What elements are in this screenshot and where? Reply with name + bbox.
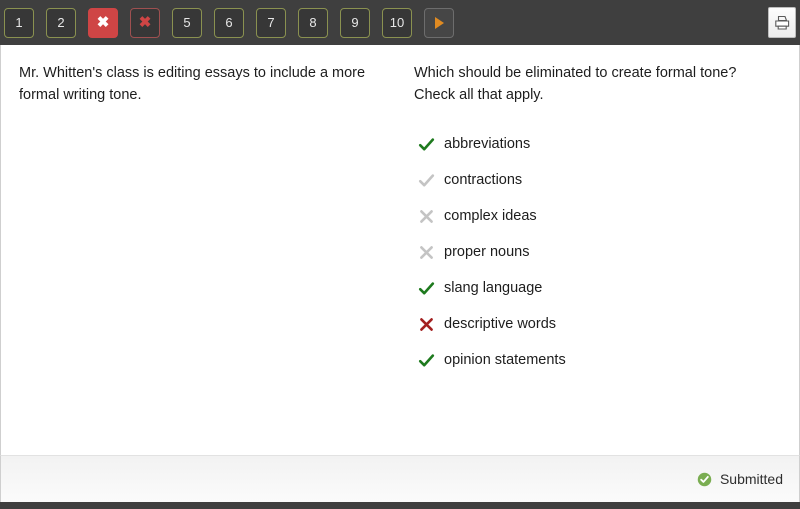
- answer-option-label: contractions: [444, 172, 523, 189]
- answer-option-label: opinion statements: [444, 352, 566, 369]
- x-icon: ✖: [138, 14, 152, 31]
- x-icon: ✖: [96, 14, 110, 31]
- question-text: Which should be eliminated to create for…: [414, 65, 737, 103]
- bottom-bar: [0, 502, 800, 509]
- answer-option[interactable]: opinion statements: [414, 343, 781, 379]
- question-button-label: 1: [15, 15, 23, 30]
- check-icon: [414, 136, 444, 153]
- x-icon: [414, 208, 444, 225]
- question-button-3[interactable]: ✖: [88, 7, 118, 38]
- answer-option[interactable]: proper nouns: [414, 235, 781, 271]
- check-icon: [414, 172, 444, 189]
- question-button-5[interactable]: 5: [172, 7, 202, 38]
- question-button-10[interactable]: 10: [382, 7, 412, 38]
- question-button-7[interactable]: 7: [256, 7, 286, 38]
- x-icon: [414, 316, 444, 333]
- answer-option-label: descriptive words: [444, 316, 557, 333]
- answer-option[interactable]: contractions: [414, 163, 781, 199]
- passage-text: Mr. Whitten's class is editing essays to…: [19, 65, 366, 103]
- question-button-6[interactable]: 6: [214, 7, 244, 38]
- answer-option-label: complex ideas: [444, 208, 537, 225]
- question-button-group: 1 2 ✖ ✖ 5 6 7 8 9 10: [4, 7, 424, 38]
- question-button-1[interactable]: 1: [4, 7, 34, 38]
- status-badge: Submitted: [697, 471, 783, 487]
- check-icon: [414, 280, 444, 297]
- quiz-app: 1 2 ✖ ✖ 5 6 7 8 9 10 Mr. Whitten's class is editi…: [0, 0, 800, 509]
- print-button[interactable]: [768, 7, 796, 38]
- status-footer: Submitted: [0, 455, 800, 502]
- question-button-2[interactable]: 2: [46, 7, 76, 38]
- question-button-9[interactable]: 9: [340, 7, 370, 38]
- question-content-area: Mr. Whitten's class is editing essays to…: [0, 45, 800, 455]
- passage-panel: Mr. Whitten's class is editing essays to…: [1, 63, 406, 455]
- question-button-4[interactable]: ✖: [130, 7, 160, 38]
- circle-check-icon: [697, 472, 712, 487]
- printer-icon: [774, 15, 789, 30]
- question-button-label: 9: [351, 15, 359, 30]
- question-button-label: 2: [57, 15, 65, 30]
- question-button-label: 6: [225, 15, 233, 30]
- next-question-button[interactable]: [424, 7, 454, 38]
- question-button-label: 8: [309, 15, 317, 30]
- x-icon: [414, 244, 444, 261]
- status-label: Submitted: [719, 471, 783, 487]
- question-button-label: 7: [267, 15, 275, 30]
- answer-option[interactable]: abbreviations: [414, 127, 781, 163]
- answer-option[interactable]: slang language: [414, 271, 781, 307]
- check-icon: [414, 352, 444, 369]
- answer-option-label: proper nouns: [444, 244, 530, 261]
- answer-option-label: abbreviations: [444, 136, 531, 153]
- question-panel: Which should be eliminated to create for…: [406, 63, 799, 455]
- question-button-label: 10: [389, 15, 405, 30]
- triangle-right-icon: [434, 16, 444, 29]
- answer-option[interactable]: complex ideas: [414, 199, 781, 235]
- question-button-label: 5: [183, 15, 191, 30]
- question-button-8[interactable]: 8: [298, 7, 328, 38]
- answer-option-label: slang language: [444, 280, 543, 297]
- answer-option[interactable]: descriptive words: [414, 307, 781, 343]
- question-navigation-bar: 1 2 ✖ ✖ 5 6 7 8 9 10: [0, 0, 800, 45]
- answer-options-list: abbreviations contractions complex ideas pr…: [414, 127, 781, 379]
